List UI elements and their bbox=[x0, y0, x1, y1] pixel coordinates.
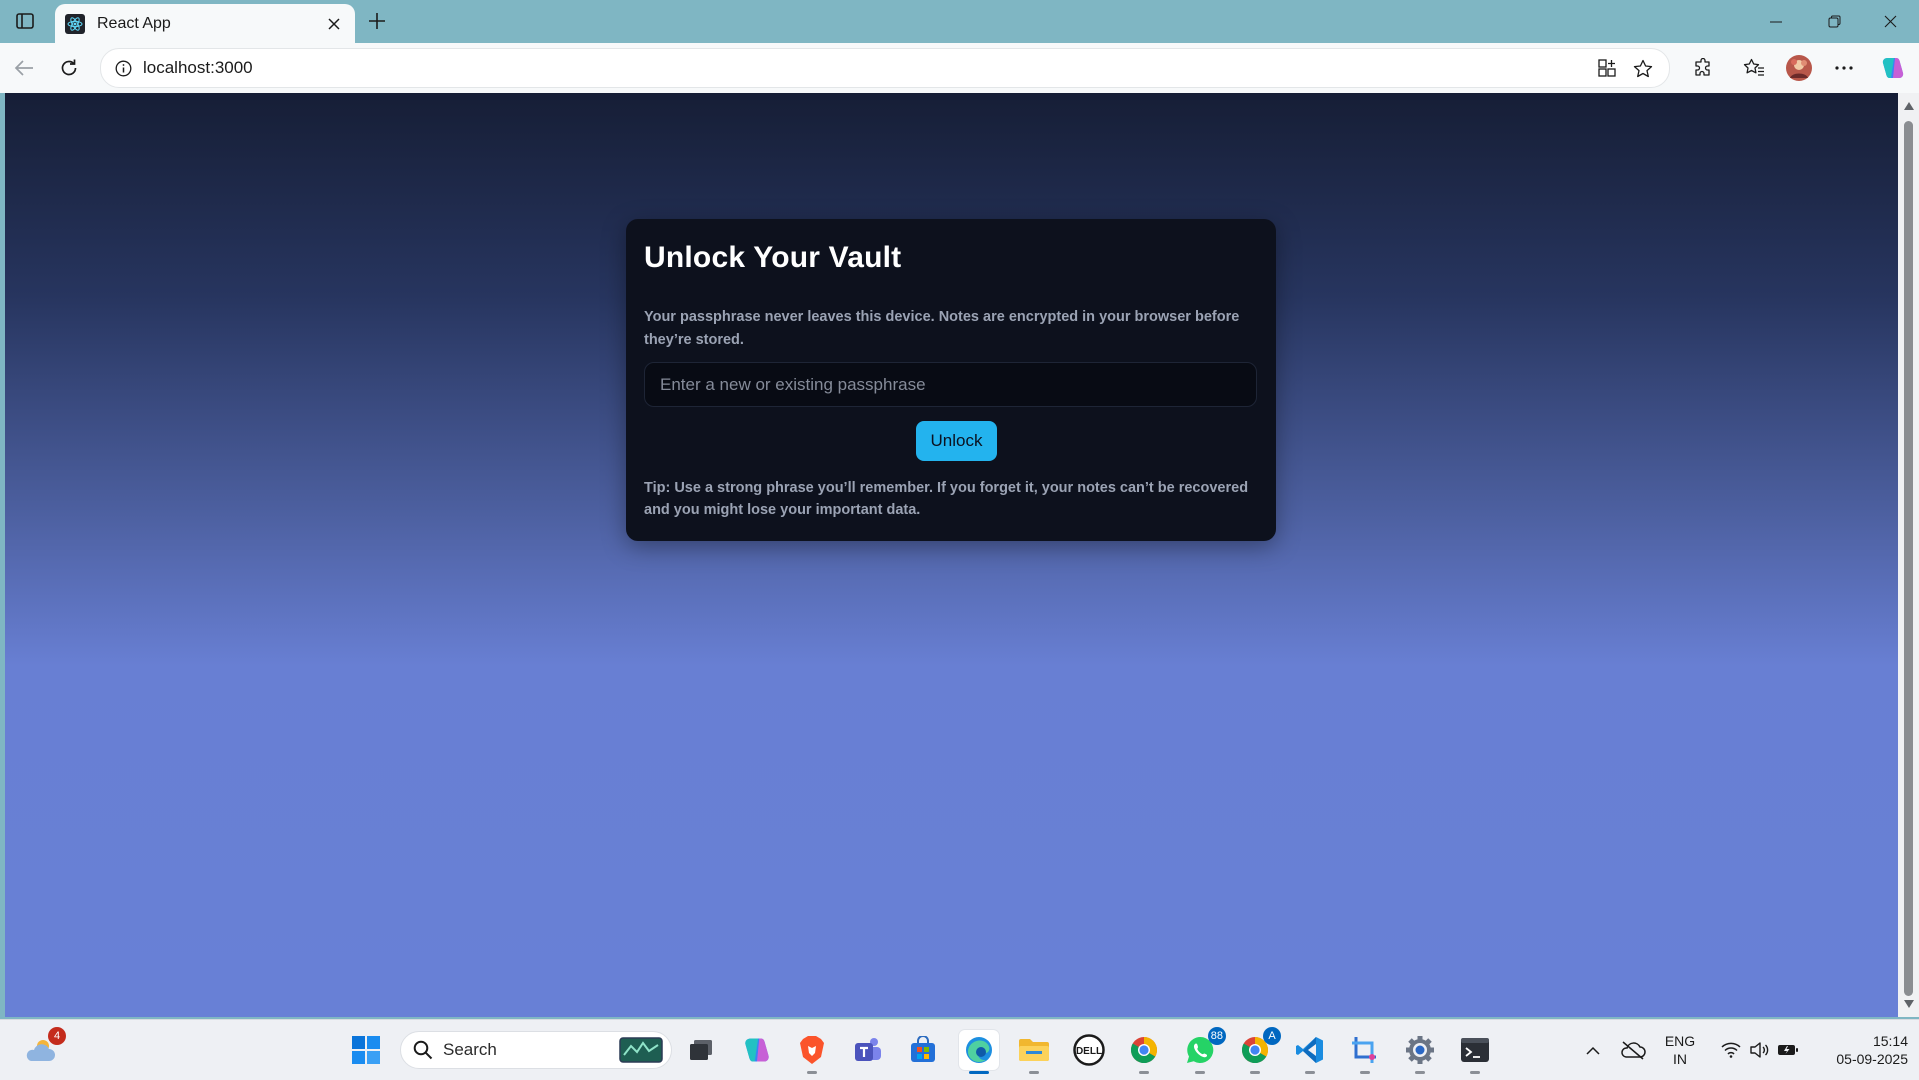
vault-card: Unlock Your Vault Your passphrase never … bbox=[626, 219, 1276, 541]
site-info-icon[interactable] bbox=[113, 58, 133, 78]
whatsapp-badge: 88 bbox=[1207, 1027, 1226, 1045]
svg-text:DELL: DELL bbox=[1076, 1046, 1102, 1057]
unlock-button[interactable]: Unlock bbox=[916, 421, 997, 461]
running-indicator bbox=[807, 1071, 817, 1074]
profile-avatar-icon[interactable] bbox=[1782, 51, 1816, 85]
browser-tab-bar: React App bbox=[0, 0, 1919, 43]
scrollbar-thumb[interactable] bbox=[1904, 121, 1913, 996]
chrome-profile-icon[interactable]: A bbox=[1235, 1027, 1281, 1074]
battery-icon bbox=[1777, 1043, 1799, 1057]
volume-icon bbox=[1749, 1042, 1769, 1058]
running-indicator bbox=[1250, 1071, 1260, 1074]
favorites-icon[interactable] bbox=[1737, 51, 1771, 85]
extensions-icon[interactable] bbox=[1686, 51, 1720, 85]
tab-title: React App bbox=[97, 14, 171, 32]
wifi-icon bbox=[1721, 1042, 1741, 1058]
clock-date: 05-09-2025 bbox=[1836, 1051, 1908, 1067]
app-available-icon[interactable] bbox=[1589, 51, 1625, 85]
brave-icon[interactable] bbox=[792, 1030, 832, 1074]
vertical-scrollbar[interactable] bbox=[1898, 93, 1919, 1017]
language-region: IN bbox=[1673, 1051, 1687, 1067]
more-options-icon[interactable] bbox=[1827, 51, 1861, 85]
copilot-sidebar-icon[interactable] bbox=[1876, 51, 1910, 85]
close-window-icon[interactable] bbox=[1861, 0, 1919, 43]
favorite-star-icon[interactable] bbox=[1625, 51, 1661, 85]
page-viewport: Unlock Your Vault Your passphrase never … bbox=[5, 93, 1898, 1017]
search-highlight-icon bbox=[619, 1037, 663, 1063]
file-explorer-icon[interactable] bbox=[1014, 1030, 1054, 1074]
minimize-icon[interactable] bbox=[1747, 0, 1805, 43]
restore-icon[interactable] bbox=[1805, 0, 1863, 43]
refresh-icon[interactable] bbox=[52, 51, 86, 85]
chrome-icon[interactable] bbox=[1124, 1030, 1164, 1074]
browser-toolbar: localhost:3000 bbox=[0, 43, 1919, 93]
tab-react-app[interactable]: React App bbox=[55, 4, 355, 43]
language-code: ENG bbox=[1664, 1033, 1696, 1049]
taskbar-search-box[interactable]: Search bbox=[400, 1031, 672, 1069]
search-icon bbox=[413, 1040, 433, 1060]
onedrive-offline-icon[interactable] bbox=[1613, 1030, 1653, 1070]
running-indicator bbox=[1029, 1071, 1039, 1074]
running-indicator bbox=[1305, 1071, 1315, 1074]
copilot-icon[interactable] bbox=[737, 1030, 777, 1070]
running-indicator bbox=[1195, 1071, 1205, 1074]
url-text: localhost:3000 bbox=[143, 58, 253, 77]
show-hidden-icons-chevron-icon[interactable] bbox=[1573, 1030, 1613, 1070]
clock[interactable]: 15:14 05-09-2025 bbox=[1812, 1032, 1908, 1068]
weather-icon[interactable]: 4 bbox=[20, 1027, 66, 1070]
running-indicator bbox=[1139, 1071, 1149, 1074]
whatsapp-icon[interactable]: 88 bbox=[1180, 1027, 1226, 1074]
close-tab-icon[interactable] bbox=[319, 9, 349, 39]
language-indicator[interactable]: ENG IN bbox=[1660, 1032, 1700, 1068]
vscode-icon[interactable] bbox=[1290, 1030, 1330, 1074]
clock-time: 15:14 bbox=[1872, 1033, 1908, 1049]
new-tab-icon[interactable] bbox=[362, 6, 392, 36]
chrome-profile-badge: A bbox=[1263, 1027, 1281, 1045]
tab-actions-icon[interactable] bbox=[10, 9, 40, 33]
search-label: Search bbox=[443, 1040, 497, 1059]
react-icon bbox=[65, 13, 85, 34]
active-indicator bbox=[969, 1071, 989, 1074]
scroll-up-arrow-icon[interactable] bbox=[1903, 101, 1914, 111]
address-bar[interactable]: localhost:3000 bbox=[100, 48, 1670, 88]
quick-settings[interactable] bbox=[1710, 1030, 1810, 1070]
store-icon[interactable] bbox=[903, 1030, 943, 1070]
edge-icon[interactable] bbox=[959, 1030, 999, 1074]
scroll-down-arrow-icon[interactable] bbox=[1903, 999, 1914, 1009]
windows-taskbar: 4 Search DELL 88 A ENG IN 15:14 05-09-20… bbox=[0, 1019, 1919, 1080]
windows-start-icon[interactable] bbox=[346, 1030, 386, 1070]
snipping-tool-icon[interactable] bbox=[1345, 1030, 1385, 1074]
dell-icon[interactable]: DELL bbox=[1069, 1030, 1109, 1070]
settings-icon[interactable] bbox=[1400, 1030, 1440, 1074]
running-indicator bbox=[1415, 1071, 1425, 1074]
task-view-icon[interactable] bbox=[681, 1030, 721, 1070]
running-indicator bbox=[1470, 1071, 1480, 1074]
back-icon[interactable] bbox=[7, 51, 41, 85]
vault-tip: Tip: Use a strong phrase you’ll remember… bbox=[644, 480, 1249, 518]
running-indicator bbox=[1360, 1071, 1370, 1074]
page-title: Unlock Your Vault bbox=[644, 241, 902, 274]
vault-description: Your passphrase never leaves this device… bbox=[644, 309, 1240, 348]
passphrase-input[interactable] bbox=[644, 362, 1257, 407]
terminal-icon[interactable] bbox=[1455, 1030, 1495, 1074]
teams-icon[interactable] bbox=[847, 1030, 887, 1070]
weather-badge: 4 bbox=[48, 1027, 66, 1045]
